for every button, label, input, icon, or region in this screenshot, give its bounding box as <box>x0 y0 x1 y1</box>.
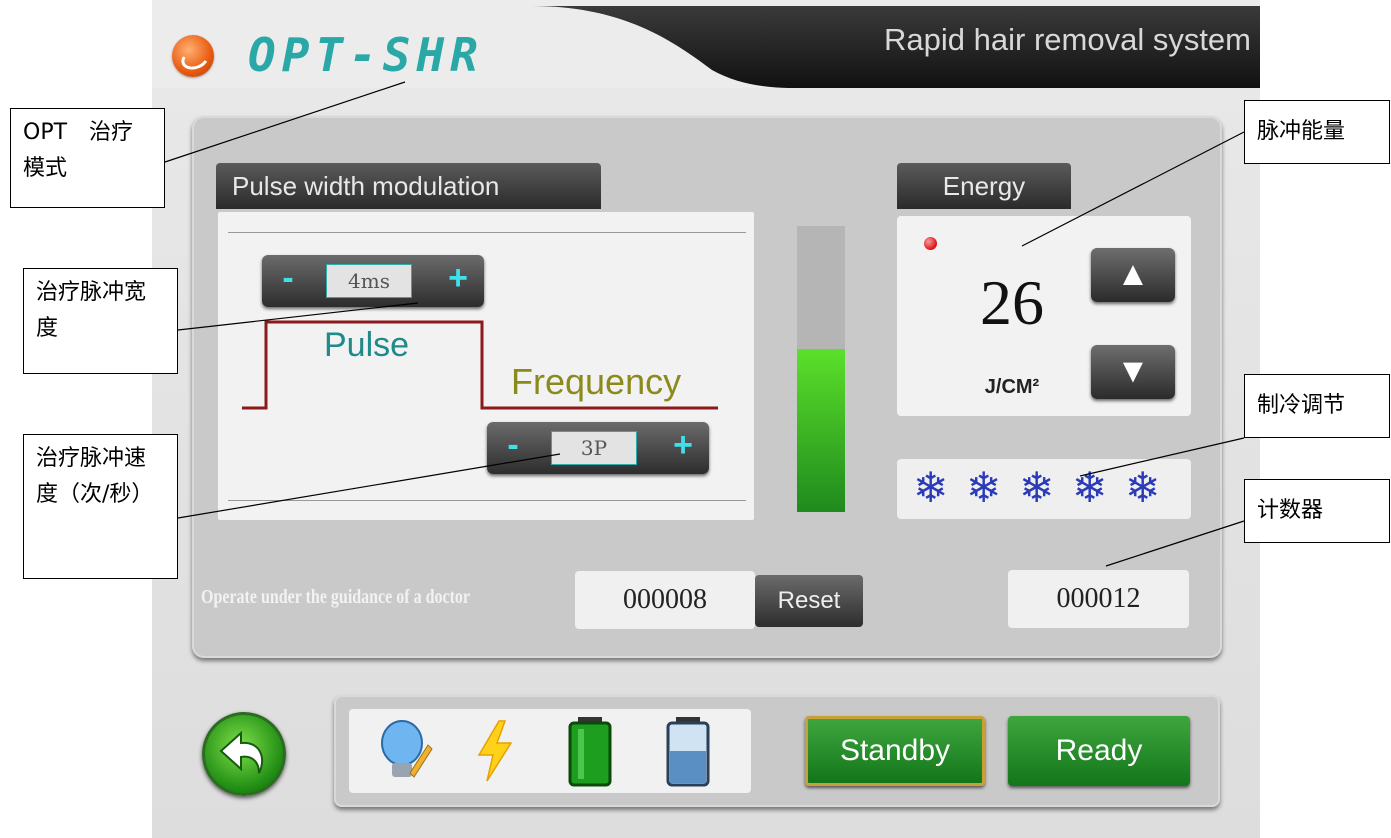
annotation-pulse-energy: 脉冲能量 <box>1244 100 1390 164</box>
annotation-lines <box>164 81 1245 567</box>
annotation-cooling: 制冷调节 <box>1244 374 1390 438</box>
annotation-pulse-speed: 治疗脉冲速度（次/秒） <box>23 434 178 579</box>
annotation-opt-mode: OPT 治疗模式 <box>10 108 165 208</box>
annotation-counter: 计数器 <box>1244 479 1390 543</box>
annotation-pulse-width: 治疗脉冲宽度 <box>23 268 178 374</box>
